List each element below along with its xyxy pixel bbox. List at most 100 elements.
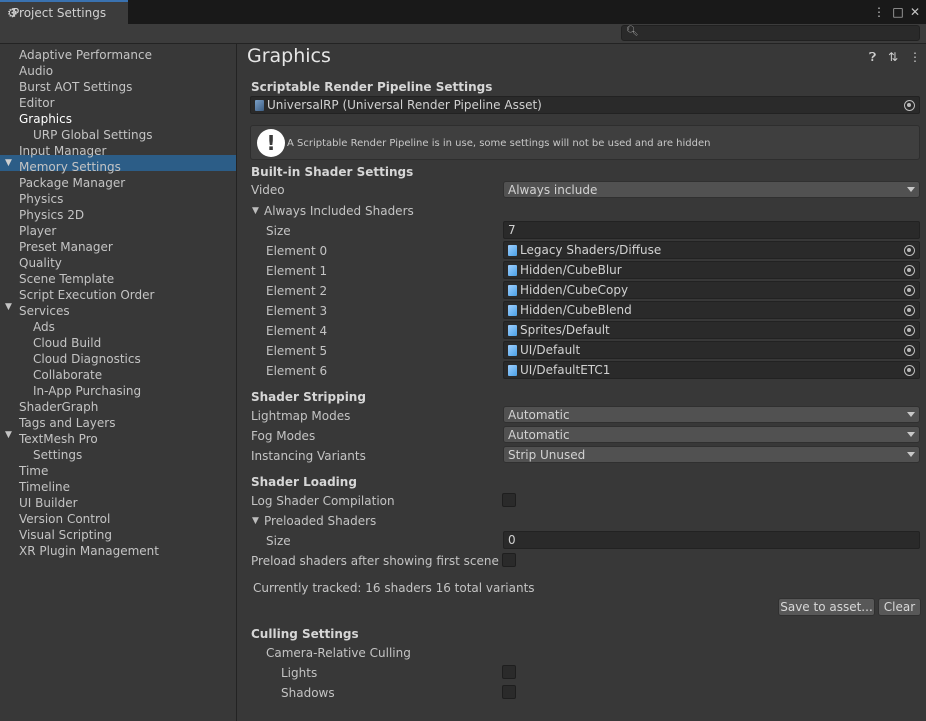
more-options-icon[interactable]: ⋮ (909, 50, 921, 64)
foldout-arrow-icon[interactable]: ▼ (252, 516, 259, 526)
fog-modes-dropdown[interactable]: Automatic (503, 426, 920, 443)
sidebar-item-package-manager[interactable]: Package Manager (19, 175, 125, 191)
shader-loading-heading: Shader Loading (251, 475, 357, 489)
sidebar-item-urp-global-settings[interactable]: URP Global Settings (33, 127, 152, 143)
shader-element-field[interactable]: UI/DefaultETC1 (503, 361, 920, 379)
element-label: Element 1 (266, 264, 328, 278)
sidebar-item-physics[interactable]: Physics (19, 191, 63, 207)
sidebar-item-graphics[interactable]: Graphics (19, 111, 72, 127)
sidebar-item-cloud-build[interactable]: Cloud Build (33, 335, 101, 351)
sidebar-item-shadergraph[interactable]: ShaderGraph (19, 399, 98, 415)
object-picker-icon[interactable] (904, 285, 915, 296)
sidebar-item-script-execution-order[interactable]: Script Execution Order (19, 287, 154, 303)
preloaded-size-field[interactable]: 0 (503, 531, 920, 549)
sidebar-item-input-manager[interactable]: Input Manager (19, 143, 107, 159)
window-titlebar (0, 0, 926, 24)
help-icon[interactable]: ❓︎ (869, 50, 876, 65)
sidebar-item-xr-plugin-management[interactable]: XR Plugin Management (19, 543, 159, 559)
sidebar-item-visual-scripting[interactable]: Visual Scripting (19, 527, 112, 543)
element-label: Element 2 (266, 284, 328, 298)
object-picker-icon[interactable] (904, 100, 915, 111)
shader-element-field[interactable]: Sprites/Default (503, 321, 920, 339)
shader-icon (508, 244, 517, 256)
sidebar-item-time[interactable]: Time (19, 463, 48, 479)
chevron-down-icon (907, 187, 915, 192)
object-picker-icon[interactable] (904, 365, 915, 376)
shader-element-field[interactable]: Hidden/CubeCopy (503, 281, 920, 299)
lightmap-modes-label: Lightmap Modes (251, 409, 351, 423)
shader-icon (508, 304, 517, 316)
tracked-shaders-text: Currently tracked: 16 shaders 16 total v… (253, 581, 535, 595)
element-label: Element 6 (266, 364, 328, 378)
shader-element-field[interactable]: Hidden/CubeBlend (503, 301, 920, 319)
object-picker-icon[interactable] (904, 345, 915, 356)
log-shader-compilation-checkbox[interactable] (502, 493, 516, 507)
window-menu-icon[interactable]: ⋮ (871, 4, 887, 20)
sidebar-item-collaborate[interactable]: Collaborate (33, 367, 102, 383)
preloaded-shaders-foldout[interactable]: Preloaded Shaders (264, 514, 376, 528)
sidebar-item-editor[interactable]: Editor (19, 95, 55, 111)
sidebar-item-ui-builder[interactable]: UI Builder (19, 495, 78, 511)
shader-icon (508, 284, 517, 296)
sidebar-item-cloud-diagnostics[interactable]: Cloud Diagnostics (33, 351, 141, 367)
element-label: Element 3 (266, 304, 328, 318)
sidebar-item-settings[interactable]: Settings (33, 447, 82, 463)
warning-icon: ! (257, 129, 285, 157)
sidebar-item-player[interactable]: Player (19, 223, 56, 239)
sidebar-item-scene-template[interactable]: Scene Template (19, 271, 114, 287)
sidebar-item-version-control[interactable]: Version Control (19, 511, 110, 527)
sidebar-item-textmesh-pro[interactable]: TextMesh Pro (19, 431, 98, 447)
chevron-down-icon (907, 452, 915, 457)
object-picker-icon[interactable] (904, 265, 915, 276)
asset-icon (255, 99, 264, 111)
window-tab[interactable]: ⚙ Project Settings (0, 0, 128, 24)
sidebar-item-audio[interactable]: Audio (19, 63, 53, 79)
sidebar-item-physics-2d[interactable]: Physics 2D (19, 207, 84, 223)
preload-after-first-scene-label: Preload shaders after showing first scen… (251, 554, 499, 568)
sidebar-item-memory-settings[interactable]: Memory Settings (19, 159, 121, 175)
sidebar-item-adaptive-performance[interactable]: Adaptive Performance (19, 47, 152, 63)
shader-element-field[interactable]: Hidden/CubeBlur (503, 261, 920, 279)
lights-checkbox[interactable] (502, 665, 516, 679)
preload-after-first-scene-checkbox[interactable] (502, 553, 516, 567)
sidebar-item-services[interactable]: Services (19, 303, 70, 319)
save-to-asset-button[interactable]: Save to asset... (778, 598, 875, 616)
search-input[interactable]: 🔍︎ (621, 25, 920, 41)
instancing-variants-dropdown[interactable]: Strip Unused (503, 446, 920, 463)
foldout-arrow-icon[interactable]: ▼ (5, 430, 12, 440)
sidebar-item-in-app-purchasing[interactable]: In-App Purchasing (33, 383, 141, 399)
sidebar-item-quality[interactable]: Quality (19, 255, 62, 271)
culling-settings-heading: Culling Settings (251, 627, 359, 641)
clear-button[interactable]: Clear (878, 598, 921, 616)
always-included-size-field[interactable]: 7 (503, 221, 920, 239)
object-picker-icon[interactable] (904, 325, 915, 336)
lightmap-modes-dropdown[interactable]: Automatic (503, 406, 920, 423)
sidebar-item-tags-and-layers[interactable]: Tags and Layers (19, 415, 115, 431)
foldout-arrow-icon[interactable]: ▼ (252, 206, 259, 216)
foldout-arrow-icon[interactable]: ▼ (5, 302, 12, 312)
always-included-shaders-foldout[interactable]: Always Included Shaders (264, 204, 414, 218)
settings-sidebar: ▼ ▼ ▼ Adaptive Performance Audio Burst A… (0, 44, 237, 721)
shadows-checkbox[interactable] (502, 685, 516, 699)
shadows-label: Shadows (281, 686, 335, 700)
lights-label: Lights (281, 666, 318, 680)
sidebar-item-preset-manager[interactable]: Preset Manager (19, 239, 113, 255)
maximize-icon[interactable]: □ (890, 4, 906, 20)
video-dropdown[interactable]: Always include (503, 181, 920, 198)
object-picker-icon[interactable] (904, 305, 915, 316)
sidebar-item-timeline[interactable]: Timeline (19, 479, 70, 495)
shader-icon (508, 264, 517, 276)
preset-sliders-icon[interactable]: ⇅ (888, 50, 898, 64)
object-picker-icon[interactable] (904, 245, 915, 256)
shader-element-field[interactable]: Legacy Shaders/Diffuse (503, 241, 920, 259)
close-icon[interactable]: ✕ (907, 4, 923, 20)
srp-settings-heading: Scriptable Render Pipeline Settings (251, 80, 493, 94)
sidebar-item-burst-aot-settings[interactable]: Burst AOT Settings (19, 79, 132, 95)
render-pipeline-asset-field[interactable]: UniversalRP (Universal Render Pipeline A… (250, 96, 920, 114)
foldout-arrow-icon[interactable]: ▼ (5, 158, 12, 168)
shader-element-field[interactable]: UI/Default (503, 341, 920, 359)
window-title: Project Settings (12, 6, 107, 20)
log-shader-compilation-label: Log Shader Compilation (251, 494, 395, 508)
element-label: Element 0 (266, 244, 328, 258)
sidebar-item-ads[interactable]: Ads (33, 319, 55, 335)
